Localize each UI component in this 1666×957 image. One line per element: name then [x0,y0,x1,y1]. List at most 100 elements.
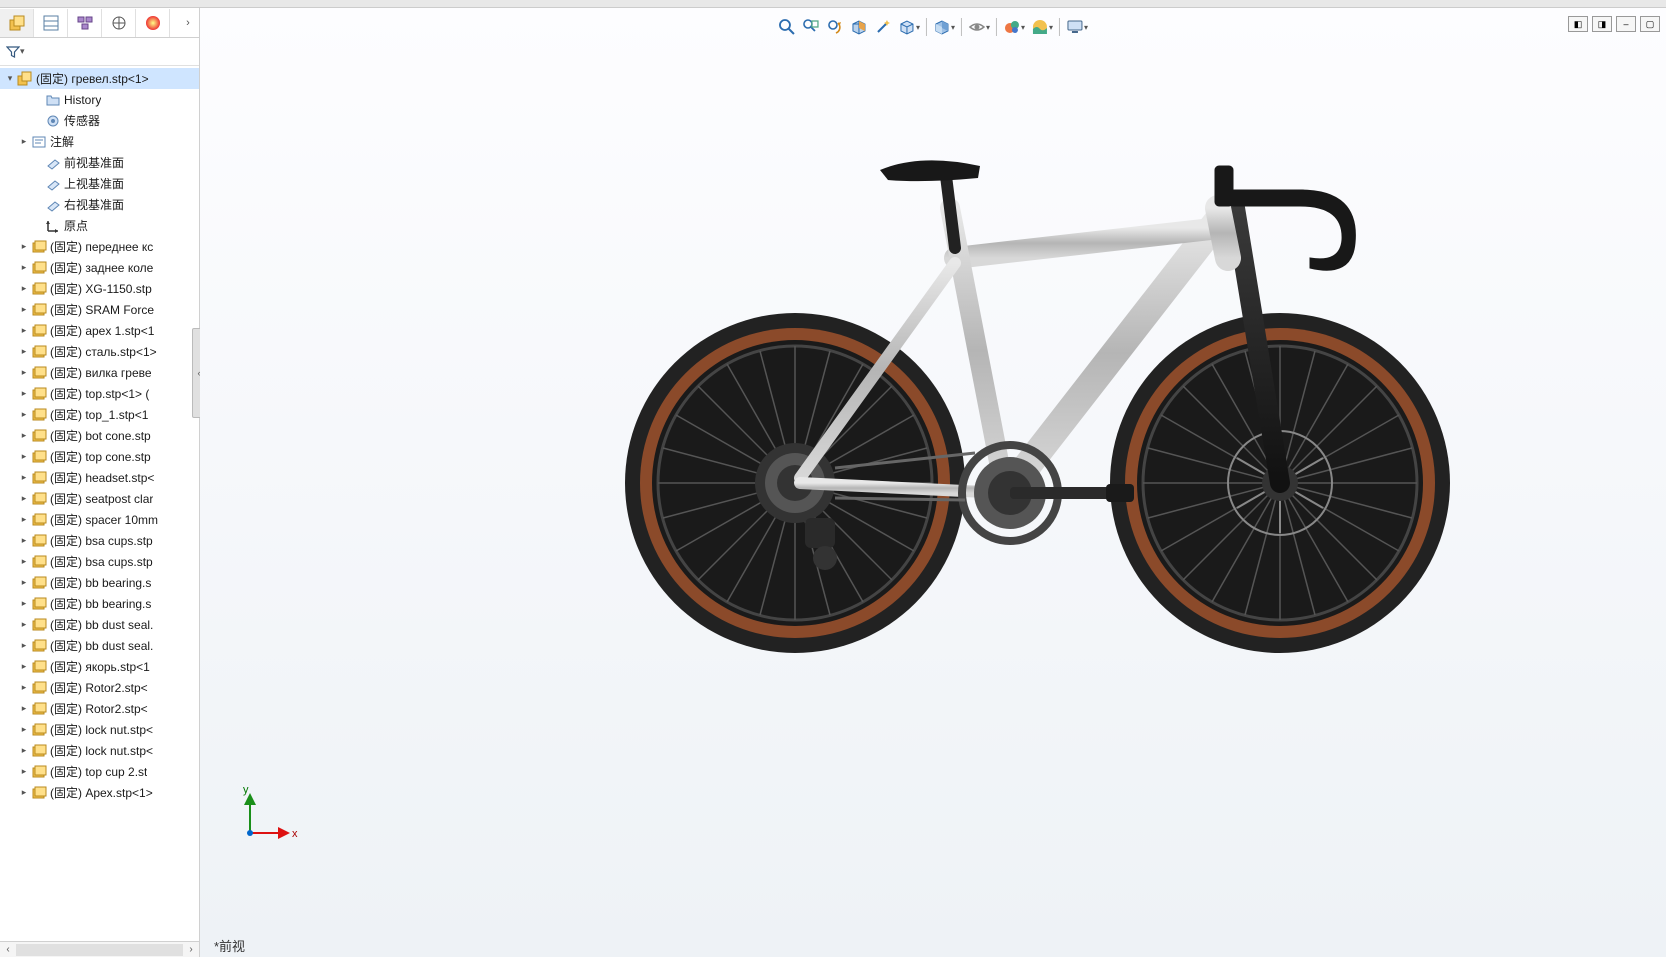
expand-caret[interactable]: ▸ [18,535,30,546]
expand-caret[interactable]: ▸ [18,598,30,609]
tree-item[interactable]: 前视基准面 [0,152,199,173]
tree-item[interactable]: ▸(固定) lock nut.stp< [0,740,199,761]
expand-caret[interactable]: ▸ [18,682,30,693]
tree-item[interactable]: 上视基准面 [0,173,199,194]
tree-item[interactable]: ▸(固定) bsa cups.stp [0,530,199,551]
minimize-icon[interactable]: – [1616,16,1636,32]
tree-item[interactable]: 原点 [0,215,199,236]
tab-appearances[interactable] [136,9,170,37]
tree-item[interactable]: ▸(固定) bb dust seal. [0,614,199,635]
expand-caret[interactable]: ▸ [18,367,30,378]
tree-item-label: (固定) spacer 10mm [50,511,158,528]
tree-item[interactable]: ▾(固定) гревел.stp<1> [0,68,199,89]
expand-caret[interactable]: ▸ [18,640,30,651]
zoom-to-fit-icon[interactable] [775,16,799,38]
tile-left-icon[interactable]: ◧ [1568,16,1588,32]
tree-item[interactable]: History [0,89,199,110]
tree-item[interactable]: ▸(固定) lock nut.stp< [0,719,199,740]
tree-item[interactable]: ▸ (固定) top.stp<1> ( [0,383,199,404]
expand-caret[interactable]: ▸ [18,556,30,567]
expand-caret[interactable]: ▸ [18,262,30,273]
tab-property-manager[interactable] [34,9,68,37]
part-icon [31,512,47,528]
expand-caret[interactable]: ▸ [18,619,30,630]
expand-caret[interactable]: ▸ [18,472,30,483]
dropdown-caret-icon[interactable]: ▾ [986,23,990,32]
tab-configuration-manager[interactable] [68,9,102,37]
tab-feature-manager[interactable] [0,9,34,37]
tree-item[interactable]: ▸(固定) top cup 2.st [0,761,199,782]
scroll-right-icon[interactable]: › [183,944,199,955]
zoom-to-area-icon[interactable] [799,16,823,38]
tile-right-icon[interactable]: ◨ [1592,16,1612,32]
tree-item[interactable]: ▸(固定) переднее кс [0,236,199,257]
tree-item[interactable]: ▸(固定) headset.stp< [0,467,199,488]
tree-item[interactable]: ▸注解 [0,131,199,152]
tree-item[interactable]: ▸(固定) якорь.stp<1 [0,656,199,677]
tab-dimxpert[interactable] [102,9,136,37]
filter-dropdown-caret[interactable]: ▾ [20,46,25,57]
tree-item[interactable]: ▸(固定) Rotor2.stp< [0,698,199,719]
expand-caret[interactable]: ▸ [18,136,30,147]
tree-item-label: (固定) top.stp<1> ( [50,385,149,402]
tree-item[interactable]: ▸ (固定) spacer 10mm [0,509,199,530]
expand-caret[interactable]: ▸ [18,724,30,735]
expand-caret[interactable]: ▸ [18,304,30,315]
tree-item[interactable]: ▸(固定) seatpost clar [0,488,199,509]
maximize-icon[interactable]: ▢ [1640,16,1660,32]
viewport-window-buttons: ◧◨–▢ [1568,16,1660,32]
expand-caret[interactable]: ▸ [18,493,30,504]
scroll-left-icon[interactable]: ‹ [0,944,16,955]
part-icon [31,407,47,423]
tree-item[interactable]: ▸(固定) Rotor2.stp< [0,677,199,698]
part-icon [31,386,47,402]
tree-item[interactable]: ▸(固定) top_1.stp<1 [0,404,199,425]
expand-caret[interactable]: ▸ [18,283,30,294]
tree-item[interactable]: ▸(固定) apex 1.stp<1 [0,320,199,341]
expand-caret[interactable]: ▸ [18,451,30,462]
dropdown-caret-icon[interactable]: ▾ [1049,23,1053,32]
tree-item[interactable]: ▸(固定) Apex.stp<1> [0,782,199,803]
tree-item[interactable]: ▸(固定) bsa cups.stp [0,551,199,572]
expand-caret[interactable]: ▸ [18,514,30,525]
previous-view-icon[interactable] [823,16,847,38]
tree-item[interactable]: ▸(固定) top cone.stp [0,446,199,467]
scroll-track[interactable] [16,944,183,956]
expand-caret[interactable]: ▸ [18,325,30,336]
expand-caret[interactable]: ▸ [18,430,30,441]
tree-item[interactable]: ▸(固定) bot cone.stp [0,425,199,446]
expand-caret[interactable]: ▸ [18,703,30,714]
tree-item[interactable]: ▸(固定) вилка греве [0,362,199,383]
tree-item[interactable]: ▸(固定) bb bearing.s [0,593,199,614]
tree-item[interactable]: ▸(固定) SRAM Force [0,299,199,320]
section-view-icon[interactable] [847,16,871,38]
dropdown-caret-icon[interactable]: ▾ [951,23,955,32]
expand-caret[interactable]: ▸ [18,787,30,798]
dropdown-caret-icon[interactable]: ▾ [916,23,920,32]
dynamic-preview-icon[interactable] [871,16,895,38]
tree-item[interactable]: 右视基准面 [0,194,199,215]
expand-caret[interactable]: ▸ [18,241,30,252]
tree-item[interactable]: ▸(固定) XG-1150.stp [0,278,199,299]
graphics-viewport[interactable]: ▾▾▾▾▾▾ ◧◨–▢ x y *前视 [200,8,1666,957]
expand-caret[interactable]: ▸ [18,766,30,777]
expand-caret[interactable]: ▸ [18,745,30,756]
tree-item[interactable]: ▸(固定) bb dust seal. [0,635,199,656]
dropdown-caret-icon[interactable]: ▾ [1021,23,1025,32]
feature-tree[interactable]: ▾(固定) гревел.stp<1>History传感器▸注解前视基准面上视基… [0,66,199,941]
dropdown-caret-icon[interactable]: ▾ [1084,23,1088,32]
tree-item[interactable]: ▸(固定) bb bearing.s [0,572,199,593]
tree-item[interactable]: ▸(固定) сталь.stp<1> [0,341,199,362]
tree-item[interactable]: 传感器 [0,110,199,131]
tree-item[interactable]: ▸(固定) заднее коле [0,257,199,278]
expand-caret[interactable]: ▸ [18,409,30,420]
expand-caret[interactable]: ▸ [18,346,30,357]
expand-caret[interactable]: ▸ [18,661,30,672]
panel-tabs-overflow[interactable]: › [177,17,199,29]
tree-horizontal-scrollbar[interactable]: ‹ › [0,941,199,957]
expand-caret[interactable]: ▸ [18,577,30,588]
part-icon [31,575,47,591]
part-icon [31,323,47,339]
expand-caret[interactable]: ▾ [4,73,16,84]
expand-caret[interactable]: ▸ [18,388,30,399]
